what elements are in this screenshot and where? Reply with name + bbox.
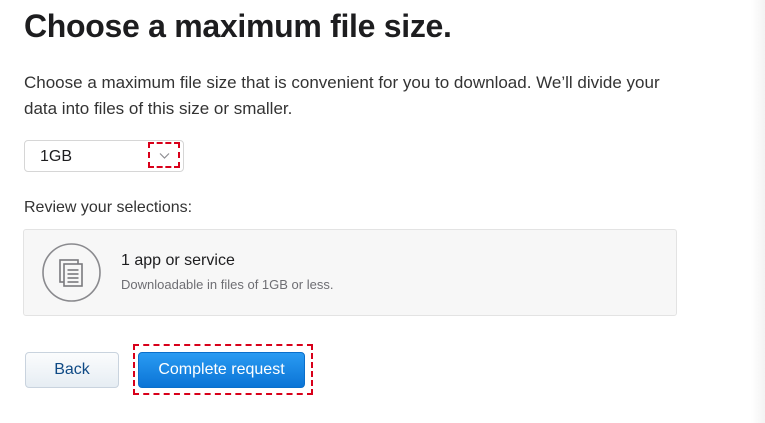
review-item-subtitle: Downloadable in files of 1GB or less. bbox=[121, 277, 334, 292]
file-size-select[interactable]: 1GB bbox=[24, 140, 184, 172]
document-stack-icon bbox=[42, 243, 101, 302]
file-size-selected-value: 1GB bbox=[40, 148, 73, 165]
chevron-down-icon bbox=[159, 153, 170, 159]
complete-request-button[interactable]: Complete request bbox=[138, 352, 305, 388]
review-item-title: 1 app or service bbox=[121, 252, 235, 269]
page-title: Choose a maximum file size. bbox=[24, 8, 452, 44]
dropdown-arrow-highlight[interactable] bbox=[148, 142, 180, 168]
page-edge-shadow bbox=[751, 0, 765, 423]
back-button[interactable]: Back bbox=[25, 352, 119, 388]
intro-description: Choose a maximum file size that is conve… bbox=[24, 73, 660, 118]
review-selection-card: 1 app or service Downloadable in files o… bbox=[23, 229, 677, 316]
review-label: Review your selections: bbox=[24, 199, 193, 216]
